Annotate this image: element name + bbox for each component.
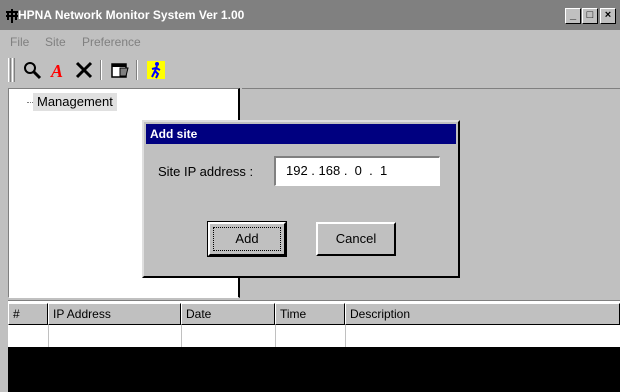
menu-site[interactable]: Site	[45, 35, 66, 49]
dialog-title: Add site	[146, 124, 456, 144]
menu-bar: File Site Preference	[0, 30, 620, 52]
cancel-button-label: Cancel	[335, 231, 377, 246]
tree-item-management[interactable]: Management	[33, 93, 117, 111]
window-title: HPNA Network Monitor System Ver 1.00	[18, 8, 245, 22]
menu-preference[interactable]: Preference	[82, 35, 141, 49]
column-header-number[interactable]: #	[8, 303, 48, 325]
table-row[interactable]	[8, 325, 620, 347]
column-divider	[181, 325, 182, 347]
run-icon[interactable]	[146, 60, 166, 80]
toolbar-grip[interactable]	[12, 58, 15, 82]
minimize-icon: _	[569, 9, 577, 21]
close-button[interactable]: ×	[600, 8, 616, 24]
toolbar-separator	[136, 60, 138, 80]
cancel-button[interactable]: Cancel	[316, 222, 396, 256]
add-button[interactable]: Add	[207, 221, 287, 257]
delete-icon[interactable]	[74, 60, 94, 80]
list-empty-area	[8, 347, 620, 392]
window-titlebar: HPNA Network Monitor System Ver 1.00 _ □…	[0, 0, 620, 30]
focus-indicator	[213, 227, 281, 251]
column-header-description[interactable]: Description	[345, 303, 620, 325]
add-site-dialog: Add site Site IP address : 192 . 168 . 0…	[142, 120, 460, 278]
column-header-date[interactable]: Date	[181, 303, 275, 325]
column-divider	[48, 325, 49, 347]
toolbar-grip[interactable]	[8, 58, 11, 82]
site-ip-input[interactable]: 192 . 168 . 0 . 1	[274, 156, 440, 186]
column-header-time[interactable]: Time	[275, 303, 345, 325]
minimize-button[interactable]: _	[565, 8, 581, 24]
maximize-icon: □	[586, 9, 594, 21]
column-divider	[275, 325, 276, 347]
toolbar: A	[0, 54, 620, 86]
event-list[interactable]: # IP Address Date Time Description	[8, 300, 620, 392]
site-ip-label: Site IP address :	[158, 164, 254, 179]
list-header: # IP Address Date Time Description	[8, 303, 620, 325]
close-icon: ×	[604, 9, 612, 21]
properties-icon[interactable]	[110, 60, 130, 80]
column-header-ip-address[interactable]: IP Address	[48, 303, 181, 325]
search-icon[interactable]	[22, 60, 42, 80]
maximize-button[interactable]: □	[582, 8, 598, 24]
column-divider	[345, 325, 346, 347]
menu-file[interactable]: File	[10, 35, 29, 49]
svg-text:A: A	[50, 61, 63, 80]
font-icon[interactable]: A	[48, 60, 68, 80]
toolbar-separator	[100, 60, 102, 80]
